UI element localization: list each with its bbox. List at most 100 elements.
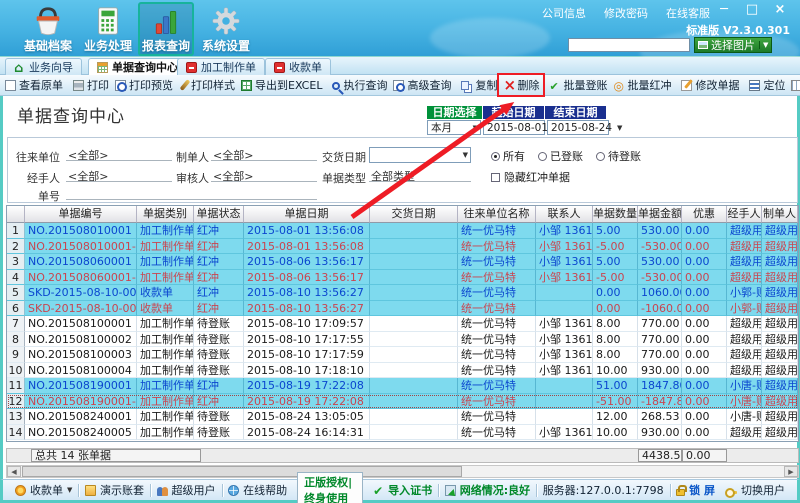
locate-button[interactable]: 定位 <box>746 76 788 94</box>
switch-user[interactable]: 切换用户 <box>721 482 791 498</box>
hide-reversed-checkbox[interactable]: 隐藏红冲单据 <box>491 169 570 185</box>
nav-item-business-process[interactable]: 业务处理 <box>80 2 136 56</box>
column-header-3[interactable]: 单据状态 <box>194 206 244 223</box>
column-header-2[interactable]: 单据类别 <box>137 206 194 223</box>
column-header-8[interactable]: 单据数量 <box>593 206 638 223</box>
table-row[interactable]: 9NO.201508100003加工制作单待登账2015-08-10 17:17… <box>7 347 798 363</box>
image-path-input[interactable] <box>568 38 690 52</box>
column-header-5[interactable]: 交货日期 <box>370 206 458 223</box>
column-header-12[interactable]: 制单人 <box>762 206 798 223</box>
cell <box>370 378 458 394</box>
column-header-11[interactable]: 经手人 <box>727 206 762 223</box>
table-row[interactable]: 1NO.201508010001加工制作单红冲2015-08-01 13:56:… <box>7 223 798 239</box>
delete-button[interactable]: 删除 <box>500 76 542 94</box>
table-row[interactable]: 5SKD-2015-08-10-0001收款单红冲2015-08-10 13:5… <box>7 285 798 301</box>
scroll-right-icon[interactable]: ▶ <box>784 466 798 477</box>
titlebar-link-0[interactable]: 公司信息 <box>542 5 586 21</box>
table-row[interactable]: 13NO.201508240001加工制作单待登账2015-08-24 13:0… <box>7 409 798 425</box>
pick-image-button[interactable]: 选择图片 ▼ <box>694 37 772 53</box>
table-row[interactable]: 12NO.201508190001-红冲加工制作单红冲2015-08-19 17… <box>7 394 798 410</box>
cell: 超级用户 <box>762 316 798 332</box>
cell: 5.00 <box>593 223 638 239</box>
cell: 2015-08-19 17:22:08 <box>244 378 370 394</box>
column-config-button[interactable]: 列配置 <box>788 76 800 94</box>
handler-field[interactable]: <全部> <box>66 168 172 182</box>
modify-doc-button[interactable]: 修改单据 <box>678 76 742 94</box>
table-row[interactable]: 4NO.201508060001-红冲加工制作单红冲2015-08-06 13:… <box>7 270 798 286</box>
demo-account[interactable]: 演示账套 <box>79 482 150 498</box>
end-date-combobox[interactable]: 2015-08-24 ▼ <box>547 120 609 135</box>
radio-option-0[interactable]: 所有 <box>491 148 525 164</box>
tab-work-order[interactable]: 加工制作单 <box>177 58 265 75</box>
titlebar-link-2[interactable]: 在线客服 <box>666 5 710 21</box>
receipt-menu[interactable]: 收款单▼ <box>9 482 78 498</box>
nav-label: 基础档案 <box>20 37 76 54</box>
cell: 770.00 <box>638 347 682 363</box>
cell: 红冲 <box>194 394 244 410</box>
advanced-query-button[interactable]: 高级查询 <box>390 76 454 94</box>
column-header-9[interactable]: 单据金额 <box>638 206 682 223</box>
tab-query-center[interactable]: 单据查询中心 <box>88 58 187 75</box>
export-excel-button[interactable]: 导出到EXCEL <box>238 76 325 94</box>
delivery-date-combobox[interactable]: ▼ <box>369 147 471 163</box>
tab-wizard[interactable]: 业务向导 <box>5 58 82 75</box>
table-row[interactable]: 6SKD-2015-08-10-0001-红冲收款单红冲2015-08-10 1… <box>7 301 798 317</box>
current-user[interactable]: 超级用户 <box>151 482 222 498</box>
lock-screen[interactable]: 锁 屏 <box>670 482 721 498</box>
partner-field[interactable]: <全部> <box>66 147 172 161</box>
print-style-button[interactable]: 打印样式 <box>176 76 238 94</box>
column-header-4[interactable]: 单据日期 <box>244 206 370 223</box>
column-header-1[interactable]: 单据编号 <box>25 206 137 223</box>
column-header-7[interactable]: 联系人 <box>536 206 593 223</box>
nav-item-system-settings[interactable]: 系统设置 <box>198 2 254 56</box>
copy-button[interactable]: 复制 <box>458 76 500 94</box>
table-row[interactable]: 2NO.201508010001-红冲加工制作单红冲2015-08-01 13:… <box>7 239 798 255</box>
radio-option-1[interactable]: 已登账 <box>538 148 583 164</box>
period-combobox[interactable]: 本月 ▼ <box>427 120 481 135</box>
table-row[interactable]: 10NO.201508100004加工制作单待登账2015-08-10 17:1… <box>7 363 798 379</box>
doc-type-field[interactable]: 全部类型 <box>369 168 471 182</box>
amount-total-box: 4438.53 <box>638 449 682 462</box>
table-body: 1NO.201508010001加工制作单红冲2015-08-01 13:56:… <box>7 223 798 440</box>
column-header-0[interactable] <box>7 206 25 223</box>
print-preview-button[interactable]: 打印预览 <box>112 76 176 94</box>
network-status[interactable]: 网络情况:良好 <box>439 482 536 498</box>
cell: 51.00 <box>593 378 638 394</box>
titlebar-link-1[interactable]: 修改密码 <box>604 5 648 21</box>
titlebar-links: 公司信息 修改密码 在线客服 <box>542 5 710 21</box>
column-header-6[interactable]: 往来单位名称 <box>458 206 536 223</box>
doc-no-field[interactable] <box>66 186 317 200</box>
table-row[interactable]: 7NO.201508100001加工制作单待登账2015-08-10 17:09… <box>7 316 798 332</box>
close-icon[interactable]: × <box>772 2 788 17</box>
table-row[interactable]: 11NO.201508190001加工制作单红冲2015-08-19 17:22… <box>7 378 798 394</box>
server-address[interactable]: 服务器:127.0.0.1:7798 <box>537 482 670 498</box>
cell <box>370 223 458 239</box>
start-date-combobox[interactable]: 2015-08-01 ▼ <box>483 120 545 135</box>
table-row[interactable]: 3NO.201508060001加工制作单红冲2015-08-06 13:56:… <box>7 254 798 270</box>
minimize-icon[interactable]: ─ <box>716 2 732 17</box>
maker-label: 制单人 <box>175 149 209 165</box>
chevron-down-icon[interactable]: ▼ <box>759 41 771 49</box>
tab-receipt[interactable]: 收款单 <box>265 58 331 75</box>
import-cert[interactable]: 导入证书 <box>367 482 438 498</box>
auditor-field[interactable]: <全部> <box>211 168 317 182</box>
maximize-icon[interactable]: □ <box>744 2 760 17</box>
cell: 红冲 <box>194 378 244 394</box>
search-icon <box>332 82 340 90</box>
print-button[interactable]: 打印 <box>70 76 112 94</box>
table-row[interactable]: 14NO.201508240005加工制作单待登账2015-08-24 16:1… <box>7 425 798 441</box>
view-original-button[interactable]: 查看原单 <box>2 76 66 94</box>
cell: 2015-08-06 13:56:17 <box>244 270 370 286</box>
nav-item-report-query[interactable]: 报表查询 <box>138 2 194 56</box>
maker-field[interactable]: <全部> <box>211 147 317 161</box>
batch-register-button[interactable]: 批量登账 <box>546 76 610 94</box>
run-query-button[interactable]: 执行查询 <box>329 76 390 94</box>
radio-option-2[interactable]: 待登账 <box>596 148 641 164</box>
cell: SKD-2015-08-10-0001-红冲 <box>25 301 137 317</box>
nav-item-basic-archives[interactable]: 基础档案 <box>20 2 76 56</box>
batch-reverse-button[interactable]: 批量红冲 <box>610 76 674 94</box>
cell: 统一优马特 <box>458 239 536 255</box>
column-header-10[interactable]: 优惠 <box>682 206 727 223</box>
table-row[interactable]: 8NO.201508100002加工制作单待登账2015-08-10 17:17… <box>7 332 798 348</box>
online-help[interactable]: 在线帮助 <box>222 482 293 498</box>
